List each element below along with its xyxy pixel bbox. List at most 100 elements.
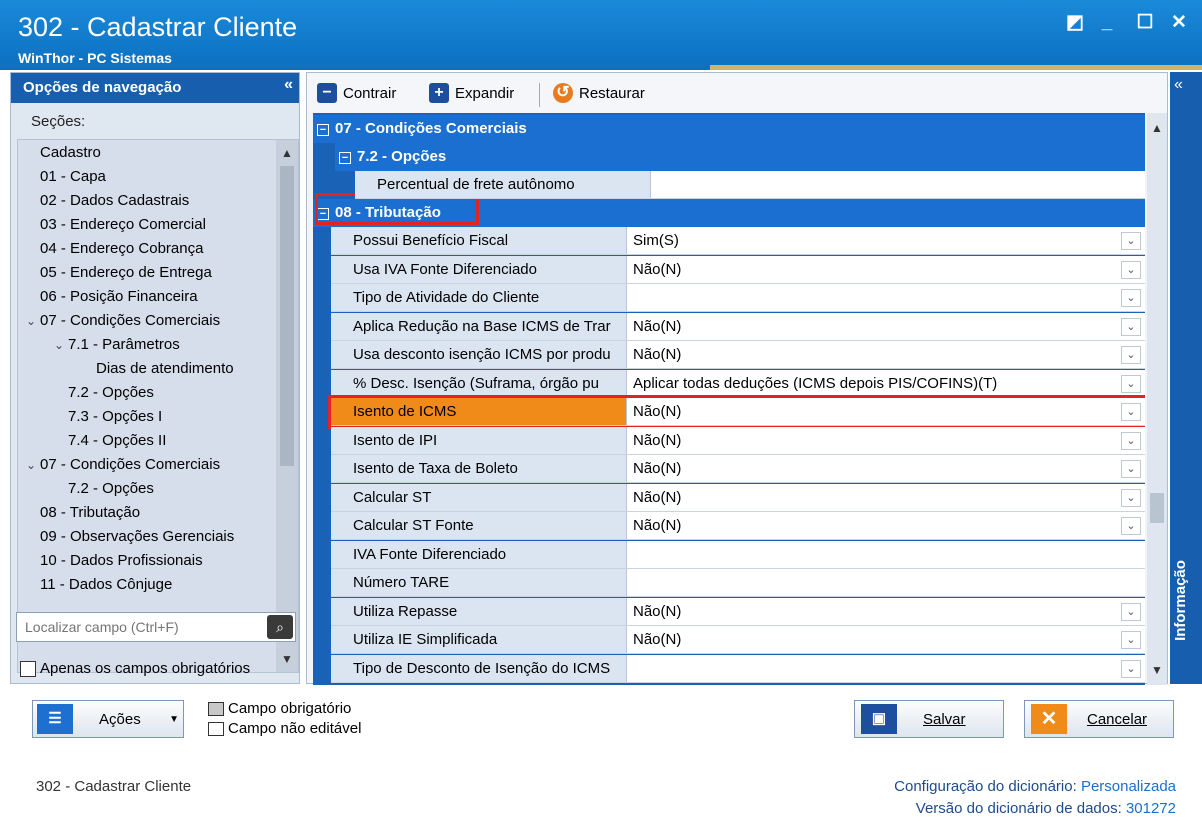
property-value[interactable]: Aplicar todas deduções (ICMS depois PIS/… <box>633 375 997 392</box>
tree-item[interactable]: ⌄ 7.1 - Parâmetros <box>50 336 180 353</box>
tree-item-label: Dias de atendimento <box>96 360 234 377</box>
chevron-down-icon[interactable]: ⌄ <box>50 338 68 352</box>
tree-item[interactable]: ⌄ 07 - Condições Comerciais <box>22 312 220 329</box>
maximize-button[interactable]: ☐ <box>1132 10 1158 36</box>
property-value[interactable]: Não(N) <box>633 318 681 335</box>
tree-scroll-thumb[interactable] <box>280 166 294 466</box>
collapse-group-icon[interactable]: − <box>317 124 329 136</box>
chevron-down-icon[interactable]: ⌄ <box>1121 403 1141 421</box>
tree-item[interactable]: 01 - Capa <box>22 168 106 185</box>
only-required-option[interactable]: Apenas os campos obrigatórios <box>20 660 250 677</box>
close-button[interactable]: ✕ <box>1166 10 1192 36</box>
tree-item[interactable]: 06 - Posição Financeira <box>22 288 198 305</box>
tree-item[interactable]: 08 - Tributação <box>22 504 140 521</box>
actions-button[interactable]: ☰ Ações ▼ <box>32 700 184 738</box>
chevron-down-icon[interactable]: ⌄ <box>22 458 40 472</box>
tree-item[interactable]: 03 - Endereço Comercial <box>22 216 206 233</box>
tree-item[interactable]: 04 - Endereço Cobrança <box>22 240 203 257</box>
scroll-up-icon[interactable]: ▲ <box>1151 121 1163 135</box>
property-row[interactable]: Isento de Taxa de Boleto Não(N) ⌄ <box>331 455 1145 483</box>
collapse-nav-icon[interactable]: « <box>284 76 293 94</box>
scroll-down-icon[interactable]: ▼ <box>281 652 293 666</box>
title-accent-line <box>710 65 1202 70</box>
group-commercial-conditions[interactable]: −07 - Condições Comerciais <box>313 115 1145 143</box>
restore-icon[interactable]: ◩ <box>1062 10 1088 36</box>
grid-scroll-thumb[interactable] <box>1150 493 1164 523</box>
sections-tree[interactable]: ▲ ▼ Cadastro 01 - Capa 02 - Dados Cadastra… <box>17 139 299 673</box>
property-row[interactable]: Utiliza IE Simplificada Não(N) ⌄ <box>331 626 1145 654</box>
property-row[interactable]: Percentual de frete autônomo <box>355 171 1145 199</box>
property-value[interactable]: Sim(S) <box>633 232 679 249</box>
dropdown-arrow-icon[interactable]: ▼ <box>169 714 179 725</box>
chevron-down-icon[interactable]: ⌄ <box>1121 460 1141 478</box>
tree-item[interactable]: Cadastro <box>22 144 101 161</box>
dictionary-config-value[interactable]: Personalizada <box>1081 778 1176 795</box>
tree-item[interactable]: 7.4 - Opções II <box>50 432 166 449</box>
property-value[interactable]: Não(N) <box>633 346 681 363</box>
property-value[interactable]: Não(N) <box>633 603 681 620</box>
restore-button[interactable]: ↺ Restaurar <box>553 83 645 103</box>
save-button[interactable]: ▣ Salvar <box>854 700 1004 738</box>
scroll-up-icon[interactable]: ▲ <box>281 146 293 160</box>
tree-item[interactable]: ⌄ 07 - Condições Comerciais <box>22 456 220 473</box>
property-row-selected[interactable]: Isento de ICMS Não(N) ⌄ <box>328 395 1145 429</box>
property-row[interactable]: Tipo de Desconto de Isenção do ICMS ⌄ <box>331 654 1145 683</box>
search-icon[interactable]: ⌕ <box>267 615 293 639</box>
chevron-down-icon[interactable]: ⌄ <box>1121 659 1141 678</box>
tree-item[interactable]: 7.2 - Opções <box>50 480 154 497</box>
property-value[interactable]: Não(N) <box>633 460 681 477</box>
chevron-down-icon[interactable]: ⌄ <box>1121 431 1141 450</box>
chevron-down-icon[interactable]: ⌄ <box>22 314 40 328</box>
chevron-down-icon[interactable]: ⌄ <box>1121 602 1141 621</box>
collapse-button[interactable]: − Contrair <box>317 83 396 103</box>
tree-item[interactable]: 11 - Dados Cônjuge <box>22 576 172 593</box>
property-row[interactable]: Aplica Redução na Base ICMS de Trar Não(N… <box>331 312 1145 341</box>
property-value[interactable]: Não(N) <box>633 403 681 420</box>
search-input[interactable] <box>17 613 263 641</box>
property-row[interactable]: Calcular ST Fonte Não(N) ⌄ <box>331 512 1145 540</box>
chevron-down-icon[interactable]: ⌄ <box>1121 289 1141 307</box>
property-row[interactable]: Calcular ST Não(N) ⌄ <box>331 483 1145 512</box>
tree-item[interactable]: 7.3 - Opções I <box>50 408 162 425</box>
chevron-down-icon[interactable]: ⌄ <box>1121 232 1141 250</box>
property-value[interactable]: Não(N) <box>633 631 681 648</box>
scroll-down-icon[interactable]: ▼ <box>1151 663 1163 677</box>
group-options-7-2[interactable]: −7.2 - Opções <box>335 143 1145 171</box>
property-row[interactable]: Possui Benefício Fiscal Sim(S) ⌄ <box>331 227 1145 255</box>
property-row[interactable]: % Desc. Isenção (Suframa, órgão pu Aplica… <box>331 369 1145 398</box>
property-row[interactable]: Tipo de Atividade do Cliente ⌄ <box>331 284 1145 312</box>
info-panel[interactable]: « Informação <box>1170 72 1202 684</box>
search-field[interactable]: ⌕ <box>16 612 296 642</box>
minimize-button[interactable]: _ <box>1094 10 1120 36</box>
property-value[interactable]: Não(N) <box>633 489 681 506</box>
property-value[interactable]: Não(N) <box>633 261 681 278</box>
tree-item[interactable]: 7.2 - Opções <box>50 384 154 401</box>
expand-button[interactable]: + Expandir <box>429 83 514 103</box>
collapse-group-icon[interactable]: − <box>339 152 351 164</box>
tree-item[interactable]: 05 - Endereço de Entrega <box>22 264 212 281</box>
property-value[interactable]: Não(N) <box>633 432 681 449</box>
tree-scrollbar[interactable]: ▲ ▼ <box>276 140 298 672</box>
property-row[interactable]: Utiliza Repasse Não(N) ⌄ <box>331 597 1145 626</box>
chevron-down-icon[interactable]: ⌄ <box>1121 260 1141 279</box>
property-row[interactable]: Isento de IPI Não(N) ⌄ <box>331 426 1145 455</box>
only-required-checkbox[interactable] <box>20 660 36 677</box>
chevron-down-icon[interactable]: ⌄ <box>1121 631 1141 649</box>
property-row[interactable]: Usa desconto isenção ICMS por produ Não(N… <box>331 341 1145 369</box>
chevron-down-icon[interactable]: ⌄ <box>1121 346 1141 364</box>
grid-scrollbar[interactable]: ▲ ▼ <box>1147 113 1167 685</box>
property-value[interactable]: Não(N) <box>633 517 681 534</box>
tree-item[interactable]: 10 - Dados Profissionais <box>22 552 203 569</box>
cancel-button[interactable]: ✕ Cancelar <box>1024 700 1174 738</box>
property-row[interactable]: Usa IVA Fonte Diferenciado Não(N) ⌄ <box>331 255 1145 284</box>
tree-item[interactable]: Dias de atendimento <box>78 360 234 377</box>
tree-item[interactable]: 09 - Observações Gerenciais <box>22 528 234 545</box>
chevron-down-icon[interactable]: ⌄ <box>1121 374 1141 393</box>
chevron-down-icon[interactable]: ⌄ <box>1121 317 1141 336</box>
property-row[interactable]: Número TARE <box>331 569 1145 597</box>
chevron-down-icon[interactable]: ⌄ <box>1121 517 1141 535</box>
chevron-down-icon[interactable]: ⌄ <box>1121 488 1141 507</box>
tree-item[interactable]: 02 - Dados Cadastrais <box>22 192 189 209</box>
property-row[interactable]: IVA Fonte Diferenciado <box>331 540 1145 569</box>
expand-info-icon[interactable]: « <box>1174 76 1183 94</box>
